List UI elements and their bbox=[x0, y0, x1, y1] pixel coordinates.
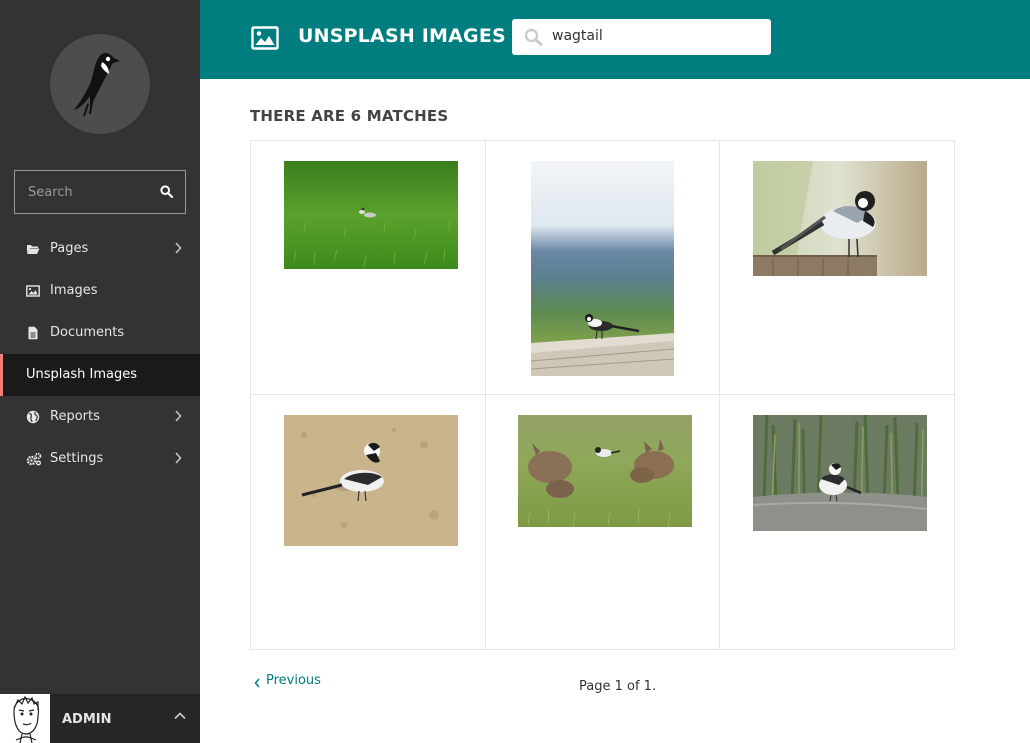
wagtail-on-sand-photo bbox=[284, 415, 458, 546]
image-thumbnail[interactable] bbox=[518, 415, 692, 527]
sidebar-item-unsplash-images[interactable]: Unsplash Images bbox=[0, 354, 200, 396]
cogs-icon bbox=[26, 452, 42, 466]
image-thumbnail[interactable] bbox=[531, 161, 674, 376]
sidebar-item-settings[interactable]: Settings bbox=[0, 438, 200, 480]
image-icon bbox=[251, 26, 279, 50]
search-icon[interactable] bbox=[524, 28, 544, 46]
sidebar-item-label: Images bbox=[50, 283, 98, 298]
image-search-input[interactable] bbox=[552, 28, 752, 44]
page-header: UNSPLASH IMAGES bbox=[200, 0, 1030, 79]
chevron-left-icon bbox=[254, 678, 260, 688]
chevron-right-icon bbox=[175, 410, 182, 422]
wagtail-with-wallabies-photo bbox=[518, 415, 692, 527]
search-icon[interactable] bbox=[160, 185, 173, 198]
image-result-cell[interactable] bbox=[251, 395, 486, 649]
sidebar-item-images[interactable]: Images bbox=[0, 270, 200, 312]
user-avatar-icon bbox=[0, 694, 50, 743]
image-thumbnail[interactable] bbox=[284, 415, 458, 546]
sidebar-item-label: Unsplash Images bbox=[26, 367, 137, 382]
globe-icon bbox=[26, 410, 40, 424]
chevron-up-icon[interactable] bbox=[174, 712, 186, 720]
wagtail-on-fence-photo bbox=[531, 161, 674, 376]
sidebar-item-label: Pages bbox=[50, 241, 89, 256]
wagtail-on-grass-photo bbox=[284, 161, 458, 269]
image-result-cell[interactable] bbox=[486, 141, 720, 395]
image-thumbnail[interactable] bbox=[753, 161, 927, 276]
avatar bbox=[0, 694, 50, 743]
image-result-cell[interactable] bbox=[251, 141, 486, 395]
folder-open-icon bbox=[27, 245, 40, 254]
sidebar-item-documents[interactable]: Documents bbox=[0, 312, 200, 354]
image-result-cell[interactable] bbox=[486, 395, 720, 649]
sidebar-item-label: Documents bbox=[50, 325, 125, 340]
sidebar-item-label: Settings bbox=[50, 451, 104, 466]
wagtail-by-reeds-photo bbox=[753, 415, 927, 531]
image-result-cell[interactable] bbox=[720, 395, 955, 649]
image-search bbox=[512, 19, 771, 55]
sidebar-item-pages[interactable]: Pages bbox=[0, 228, 200, 270]
image-results-grid bbox=[250, 140, 955, 650]
page-info: Page 1 of 1. bbox=[579, 679, 657, 694]
account-name: ADMIN bbox=[62, 712, 112, 727]
image-icon bbox=[26, 285, 40, 297]
sidebar-item-reports[interactable]: Reports bbox=[0, 396, 200, 438]
sidebar-search-input[interactable] bbox=[15, 184, 155, 200]
chevron-right-icon bbox=[175, 242, 182, 254]
wagtail-bird-icon bbox=[74, 53, 120, 117]
image-result-cell[interactable] bbox=[720, 141, 955, 395]
image-thumbnail[interactable] bbox=[753, 415, 927, 531]
wagtail-on-stump-photo bbox=[753, 161, 927, 276]
previous-page-link[interactable]: Previous bbox=[254, 672, 321, 688]
sidebar-item-label: Reports bbox=[50, 409, 100, 424]
account-menu[interactable]: ADMIN bbox=[0, 694, 200, 743]
sidebar: Pages Images Documents Unsplash Images bbox=[0, 0, 200, 743]
image-thumbnail[interactable] bbox=[284, 161, 458, 269]
document-icon bbox=[28, 326, 38, 340]
wagtail-logo[interactable] bbox=[50, 34, 150, 134]
sidebar-menu: Pages Images Documents Unsplash Images R… bbox=[0, 228, 200, 480]
page-title: UNSPLASH IMAGES bbox=[298, 25, 506, 47]
sidebar-search bbox=[14, 170, 186, 214]
chevron-right-icon bbox=[175, 452, 182, 464]
results-count: THERE ARE 6 MATCHES bbox=[250, 107, 449, 125]
previous-page-label: Previous bbox=[266, 672, 321, 688]
